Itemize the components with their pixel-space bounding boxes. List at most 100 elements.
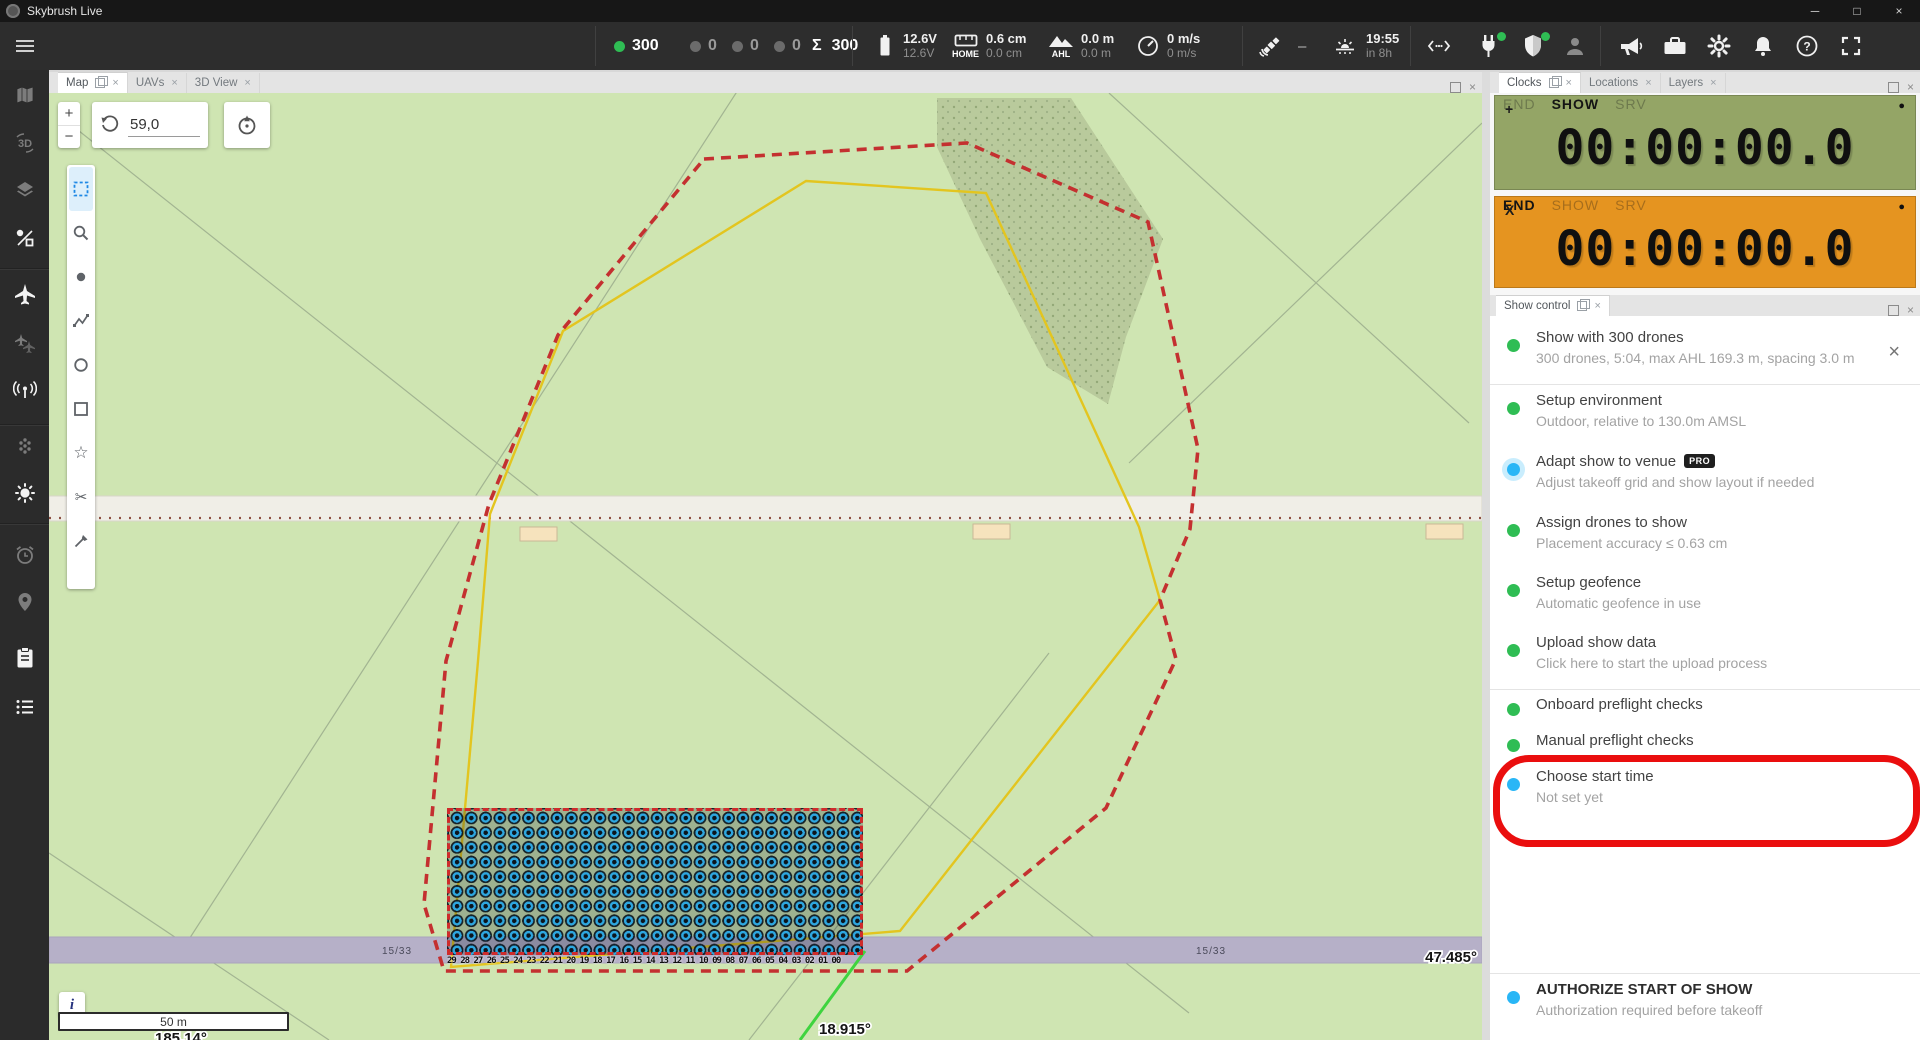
tab-3d-view[interactable]: 3D View × [187, 73, 260, 93]
uav-count-warning[interactable]: 0 [690, 22, 717, 70]
server-console-button[interactable] [1425, 22, 1453, 70]
tab-show-control[interactable]: Show control × [1496, 295, 1610, 316]
tab-close-icon[interactable]: × [112, 77, 118, 89]
draw-circle-tool-button[interactable] [69, 343, 93, 387]
zoom-tool-button[interactable] [69, 211, 93, 255]
end-clock[interactable]: X ENDSHOWSRV ● 00:00:00.0 [1494, 196, 1916, 288]
popout-icon[interactable] [1577, 301, 1587, 311]
sidebar-item-3d-view[interactable]: 3D [0, 123, 49, 163]
sidebar-item-map[interactable] [0, 75, 49, 115]
sidebar-item-rtk[interactable] [0, 369, 49, 409]
tab-close-icon[interactable]: × [244, 77, 250, 89]
checklist-item-onboard-preflight[interactable]: Onboard preflight checks [1490, 695, 1920, 729]
rotation-input[interactable]: 59,0 [128, 114, 200, 137]
close-button[interactable]: × [1878, 0, 1920, 22]
battery-min-value: 12.6V [903, 46, 937, 60]
sun-icon [13, 481, 37, 505]
tab-layers[interactable]: Layers × [1661, 73, 1726, 93]
draw-rectangle-tool-button[interactable] [69, 387, 93, 431]
checklist-item-assign-drones[interactable]: Assign drones to show Placement accuracy… [1490, 510, 1920, 569]
show-clock[interactable]: + ENDSHOWSRV ● 00:00:00.0 [1494, 95, 1916, 190]
authorize-title: AUTHORIZE START OF SHOW [1536, 981, 1752, 998]
sidebar-item-beacons[interactable] [0, 426, 49, 466]
sidebar-item-layers[interactable] [0, 170, 49, 210]
maximize-button[interactable]: □ [1836, 0, 1878, 22]
gone-count-dot [774, 41, 785, 52]
zoom-in-button[interactable]: + [58, 102, 80, 126]
svg-text:?: ? [1803, 40, 1810, 54]
takeoff-grid[interactable] [447, 808, 863, 955]
item-title: Adapt show to venuePRO [1536, 453, 1715, 470]
sidebar-item-features[interactable] [0, 218, 49, 258]
settings-button[interactable] [1700, 22, 1738, 70]
distance-avg-value: 0.6 cm [986, 32, 1026, 46]
tab-uavs[interactable]: UAVs × [128, 73, 187, 93]
checklist-item-environment[interactable]: Setup environment Outdoor, relative to 1… [1490, 388, 1920, 447]
safety-status-button[interactable] [1516, 22, 1550, 70]
red-highlight-annotation [1493, 755, 1920, 847]
checklist-item-adapt-venue[interactable]: Adapt show to venuePRO Adjust takeoff gr… [1490, 449, 1920, 508]
tab-map[interactable]: Map × [58, 72, 128, 93]
map-canvas[interactable]: 185.14° 18.915° 47.485° 15/33 15/33 29 2… [49, 93, 1482, 1040]
sigma-icon: Σ [812, 37, 822, 55]
help-button[interactable]: ? [1788, 22, 1826, 70]
minimize-button[interactable]: ─ [1794, 0, 1836, 22]
clear-show-icon[interactable]: × [1888, 341, 1900, 364]
checklist-item-show-file[interactable]: Show with 300 drones 300 drones, 5:04, m… [1490, 325, 1920, 384]
close-panel-icon[interactable]: × [1469, 81, 1476, 93]
maximize-panel-icon[interactable] [1888, 82, 1899, 93]
zoom-out-button[interactable]: − [58, 126, 80, 149]
checklist-item-geofence[interactable]: Setup geofence Automatic geofence in use [1490, 570, 1920, 629]
tab-close-icon[interactable]: × [1566, 77, 1572, 89]
tab-show-control-label: Show control [1504, 300, 1570, 312]
notifications-button[interactable] [1744, 22, 1782, 70]
dots-cluster-icon [14, 435, 36, 457]
draw-path-tool-button[interactable] [69, 299, 93, 343]
fullscreen-button[interactable] [1832, 22, 1870, 70]
hamburger-menu-button[interactable] [13, 22, 37, 70]
sidebar-item-light-control[interactable] [0, 473, 49, 513]
uav-count-error[interactable]: 0 [732, 22, 759, 70]
map-tool-palette: ☆ ✂ [67, 165, 95, 589]
reset-orientation-button[interactable] [224, 102, 270, 148]
toolbox-button[interactable] [1656, 22, 1694, 70]
buildings [520, 524, 1463, 541]
sidebar-item-uavs[interactable] [0, 274, 49, 314]
help-icon: ? [1795, 34, 1819, 58]
checklist-item-upload[interactable]: Upload show data Click here to start the… [1490, 630, 1920, 689]
broadcast-button[interactable] [1612, 22, 1650, 70]
maximize-panel-icon[interactable] [1450, 82, 1461, 93]
draw-point-tool-button[interactable] [69, 255, 93, 299]
sidebar-item-alarm-clock[interactable] [0, 535, 49, 575]
tab-close-icon[interactable]: × [1594, 300, 1600, 312]
draw-star-tool-button[interactable]: ☆ [69, 431, 93, 475]
sidebar-item-swarm[interactable] [0, 323, 49, 363]
tab-close-icon[interactable]: × [1645, 77, 1651, 89]
cut-hole-tool-button[interactable]: ✂ [69, 475, 93, 519]
uav-count-gone[interactable]: 0 [774, 22, 801, 70]
sidebar-item-show-control[interactable] [0, 638, 49, 678]
satellite-icon [1258, 33, 1284, 59]
authorize-start-button[interactable]: AUTHORIZE START OF SHOW Authorization re… [1490, 977, 1920, 1036]
active-count-value: 300 [632, 37, 659, 55]
popout-icon[interactable] [95, 78, 105, 88]
select-tool-button[interactable] [69, 167, 93, 211]
dock-divider[interactable] [1482, 72, 1490, 1040]
item-title: Setup geofence [1536, 574, 1641, 591]
scale-label: 50 m [160, 1015, 187, 1029]
sidebar-item-list[interactable] [0, 687, 49, 727]
edit-feature-tool-button[interactable] [69, 519, 93, 563]
popout-icon[interactable] [1549, 78, 1559, 88]
tab-close-icon[interactable]: × [1710, 77, 1716, 89]
maximize-panel-icon[interactable] [1888, 305, 1899, 316]
window-controls: ─ □ × [1794, 0, 1920, 22]
close-panel-icon[interactable]: × [1907, 81, 1914, 93]
sidebar-item-locations[interactable] [0, 582, 49, 622]
knife-icon [72, 532, 90, 550]
close-panel-icon[interactable]: × [1907, 304, 1914, 316]
altitude-max-value: 0.0 m [1081, 32, 1114, 46]
user-account-button[interactable] [1560, 22, 1590, 70]
tab-close-icon[interactable]: × [171, 77, 177, 89]
uav-count-active[interactable]: 300 [614, 22, 659, 70]
connection-status-button[interactable] [1472, 22, 1506, 70]
